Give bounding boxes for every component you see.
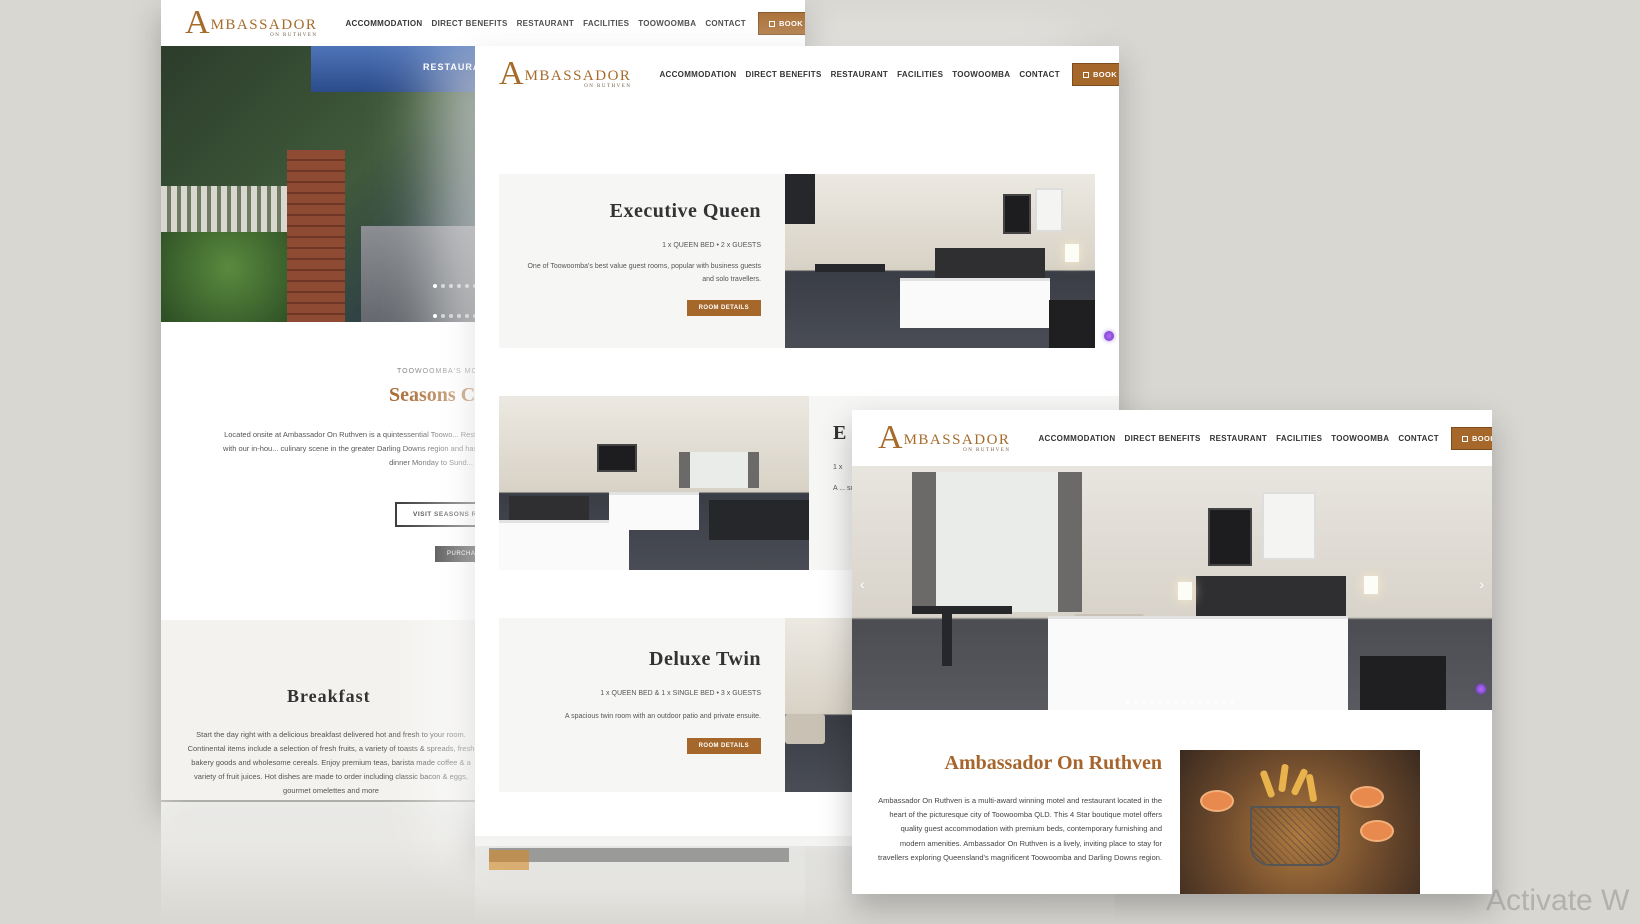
restaurant-title: Seasons C (389, 384, 476, 406)
menu-item-contact[interactable]: CONTACT (1019, 70, 1060, 79)
room-spec: 1 x (833, 464, 843, 471)
menu-item-facilities[interactable]: FACILITIES (1276, 434, 1322, 443)
food-photo (1180, 750, 1420, 894)
menu-item-direct-benefits[interactable]: DIRECT BENEFITS (432, 19, 508, 28)
slider-dots[interactable] (1126, 700, 1234, 704)
home-page-screenshot: A MBASSADOR ON RUTHVEN ACCOMMODATION DIR… (852, 410, 1492, 894)
menu-item-restaurant[interactable]: RESTAURANT (1210, 434, 1268, 443)
logo-name: MBASSADOR (903, 432, 1011, 448)
executive-queen-photo (785, 174, 1095, 348)
logo-initial: A (499, 55, 524, 92)
main-menu: ACCOMMODATION DIRECT BENEFITS RESTAURANT… (659, 70, 1060, 79)
menu-item-facilities[interactable]: FACILITIES (583, 19, 629, 28)
brand-logo[interactable]: A MBASSADOR ON RUTHVEN (185, 4, 318, 41)
logo-initial: A (185, 4, 210, 41)
book-direct-button[interactable]: BOOK DIRECT (757, 11, 805, 35)
room-title: Deluxe Twin (649, 648, 761, 670)
room-title: Executive Queen (609, 200, 761, 222)
calendar-icon (1461, 435, 1468, 442)
main-menu: ACCOMMODATION DIRECT BENEFITS RESTAURANT… (345, 19, 746, 28)
book-direct-label: BOOK DIRECT (1471, 433, 1492, 443)
menu-item-restaurant[interactable]: RESTAURANT (517, 19, 575, 28)
calendar-icon (1082, 71, 1089, 78)
menu-item-contact[interactable]: CONTACT (705, 19, 746, 28)
logo-sub: ON RUTHVEN (584, 84, 632, 89)
menu-item-toowoomba[interactable]: TOOWOOMBA (1331, 434, 1389, 443)
menu-item-toowoomba[interactable]: TOOWOOMBA (638, 19, 696, 28)
room-description: One of Toowoomba's best value guest room… (527, 263, 761, 283)
menu-item-direct-benefits[interactable]: DIRECT BENEFITS (1125, 434, 1201, 443)
room-details-button[interactable]: ROOM DETAILS (686, 738, 761, 754)
room-details-button[interactable]: ROOM DETAILS (686, 300, 761, 316)
room-spec: 1 x QUEEN BED & 1 x SINGLE BED • 3 x GUE… (600, 690, 761, 697)
calendar-icon (768, 20, 775, 27)
breakfast-description: Start the day right with a delicious bre… (187, 730, 475, 795)
breakfast-title: Breakfast (287, 686, 371, 706)
chat-widget-icon[interactable] (1104, 331, 1114, 341)
slider-next-arrow[interactable]: › (1479, 576, 1484, 592)
header-nav: A MBASSADOR ON RUTHVEN ACCOMMODATION DIR… (161, 0, 805, 46)
menu-item-contact[interactable]: CONTACT (1398, 434, 1439, 443)
book-direct-button[interactable]: BOOK DIRECT (1450, 426, 1492, 450)
logo-name: MBASSADOR (524, 68, 632, 84)
slider-prev-arrow[interactable]: ‹ (860, 576, 865, 592)
room-title: E (833, 422, 847, 444)
logo-sub: ON RUTHVEN (963, 448, 1011, 453)
menu-item-accommodation[interactable]: ACCOMMODATION (659, 70, 736, 79)
room-card-deluxe-twin: Deluxe Twin 1 x QUEEN BED & 1 x SINGLE B… (499, 618, 789, 792)
main-menu: ACCOMMODATION DIRECT BENEFITS RESTAURANT… (1038, 434, 1439, 443)
header-nav: A MBASSADOR ON RUTHVEN ACCOMMODATION DIR… (852, 410, 1492, 466)
header-nav: A MBASSADOR ON RUTHVEN ACCOMMODATION DIR… (475, 46, 1119, 102)
book-direct-label: BOOK DIRECT (778, 18, 805, 28)
room-description: A spacious twin room with an outdoor pat… (564, 713, 761, 720)
home-hero-slider: ‹ › (852, 466, 1492, 710)
logo-initial: A (878, 419, 903, 456)
menu-item-restaurant[interactable]: RESTAURANT (831, 70, 889, 79)
room-card-executive-queen: Executive Queen 1 x QUEEN BED • 2 x GUES… (499, 174, 789, 348)
hero-room-photo (852, 466, 1492, 710)
section-kicker: TOOWOOMBA'S MO (397, 368, 478, 375)
room-spec: 1 x QUEEN BED • 2 x GUESTS (662, 242, 761, 249)
book-direct-label: BOOK DIRECT (1092, 69, 1119, 79)
book-direct-button[interactable]: BOOK DIRECT (1071, 62, 1119, 86)
about-description: Ambassador On Ruthven is a multi-award w… (878, 796, 1162, 862)
menu-item-facilities[interactable]: FACILITIES (897, 70, 943, 79)
about-title: Ambassador On Ruthven (944, 752, 1162, 774)
menu-item-toowoomba[interactable]: TOOWOOMBA (952, 70, 1010, 79)
menu-item-direct-benefits[interactable]: DIRECT BENEFITS (746, 70, 822, 79)
brand-logo[interactable]: A MBASSADOR ON RUTHVEN (499, 55, 632, 92)
slider-dots-lower[interactable] (433, 314, 477, 318)
menu-item-accommodation[interactable]: ACCOMMODATION (1038, 434, 1115, 443)
brick-pillar (287, 150, 345, 322)
logo-name: MBASSADOR (210, 17, 318, 33)
windows-activation-watermark: Activate W (1486, 884, 1630, 917)
second-room-photo (499, 396, 809, 570)
brand-logo[interactable]: A MBASSADOR ON RUTHVEN (878, 419, 1011, 456)
chat-widget-icon[interactable] (1476, 684, 1486, 694)
slider-dots[interactable] (433, 284, 477, 288)
picket-fence (161, 186, 289, 234)
logo-sub: ON RUTHVEN (270, 33, 318, 38)
menu-item-accommodation[interactable]: ACCOMMODATION (345, 19, 422, 28)
